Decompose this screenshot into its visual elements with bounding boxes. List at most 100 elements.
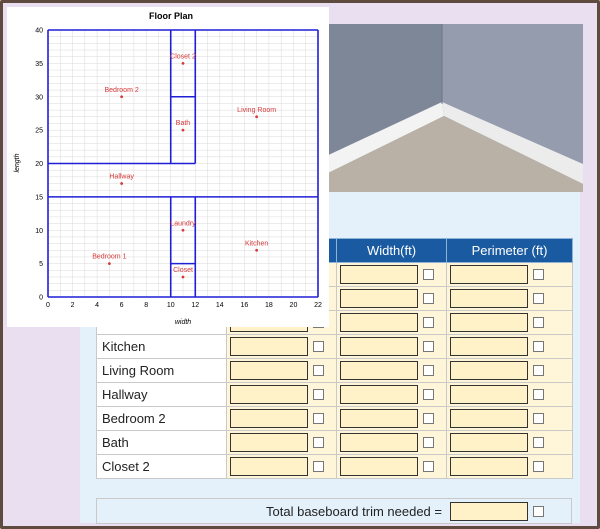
room-label: Bedroom 1 xyxy=(92,254,126,261)
perimeter-cell xyxy=(446,262,573,287)
length-input[interactable] xyxy=(230,409,308,428)
perimeter-checkbox[interactable] xyxy=(533,341,544,352)
perimeter-cell xyxy=(446,334,573,359)
perimeter-input[interactable] xyxy=(450,433,528,452)
y-tick-label: 20 xyxy=(35,161,43,168)
width-checkbox[interactable] xyxy=(423,389,434,400)
length-input[interactable] xyxy=(230,433,308,452)
baseboard-photo xyxy=(322,24,583,192)
width-checkbox[interactable] xyxy=(423,365,434,376)
width-checkbox[interactable] xyxy=(423,293,434,304)
length-cell xyxy=(226,358,337,383)
perimeter-cell xyxy=(446,430,573,455)
perimeter-input[interactable] xyxy=(450,361,528,380)
width-input[interactable] xyxy=(340,361,418,380)
width-input[interactable] xyxy=(340,313,418,332)
length-input[interactable] xyxy=(230,457,308,476)
width-cell xyxy=(336,430,447,455)
width-checkbox[interactable] xyxy=(423,461,434,472)
room-name: Bedroom 2 xyxy=(96,406,227,431)
perimeter-input[interactable] xyxy=(450,313,528,332)
perimeter-input[interactable] xyxy=(450,409,528,428)
perimeter-checkbox[interactable] xyxy=(533,293,544,304)
x-tick-label: 16 xyxy=(240,302,248,309)
width-input[interactable] xyxy=(340,289,418,308)
width-input[interactable] xyxy=(340,337,418,356)
room-label: Bath xyxy=(176,120,191,127)
width-checkbox[interactable] xyxy=(423,413,434,424)
perimeter-input[interactable] xyxy=(450,385,528,404)
width-input[interactable] xyxy=(340,409,418,428)
table-row: Bath xyxy=(96,430,573,455)
perimeter-checkbox[interactable] xyxy=(533,365,544,376)
perimeter-checkbox[interactable] xyxy=(533,317,544,328)
room-name: Living Room xyxy=(96,358,227,383)
perimeter-cell xyxy=(446,382,573,407)
perimeter-cell xyxy=(446,406,573,431)
x-tick-label: 20 xyxy=(290,302,298,309)
perimeter-checkbox[interactable] xyxy=(533,413,544,424)
room-name: Bath xyxy=(96,430,227,455)
length-cell xyxy=(226,382,337,407)
total-checkbox[interactable] xyxy=(533,505,544,517)
width-cell xyxy=(336,334,447,359)
length-input[interactable] xyxy=(230,361,308,380)
width-input[interactable] xyxy=(340,265,418,284)
length-input[interactable] xyxy=(230,337,308,356)
x-tick-label: 12 xyxy=(191,302,199,309)
x-tick-label: 0 xyxy=(46,302,50,309)
perimeter-input[interactable] xyxy=(450,337,528,356)
perimeter-checkbox[interactable] xyxy=(533,461,544,472)
width-input[interactable] xyxy=(340,457,418,476)
room-label: Bedroom 2 xyxy=(105,87,139,94)
room-label: Living Room xyxy=(237,107,276,114)
header-width: Width(ft) xyxy=(336,238,447,263)
width-input[interactable] xyxy=(340,385,418,404)
length-checkbox[interactable] xyxy=(313,389,324,400)
width-checkbox[interactable] xyxy=(423,317,434,328)
room-point xyxy=(255,248,259,252)
width-cell xyxy=(336,310,447,335)
room-point xyxy=(181,61,185,65)
total-label: Total baseboard trim needed = xyxy=(266,503,442,519)
perimeter-checkbox[interactable] xyxy=(533,269,544,280)
width-cell xyxy=(336,382,447,407)
total-input[interactable] xyxy=(450,501,528,521)
length-checkbox[interactable] xyxy=(313,341,324,352)
header-perimeter: Perimeter (ft) xyxy=(446,238,573,263)
width-cell xyxy=(336,262,447,287)
length-checkbox[interactable] xyxy=(313,461,324,472)
table-row: Kitchen xyxy=(96,334,573,359)
length-cell xyxy=(226,430,337,455)
length-input[interactable] xyxy=(230,385,308,404)
width-checkbox[interactable] xyxy=(423,341,434,352)
x-tick-label: 2 xyxy=(71,302,75,309)
table-row: Closet 2 xyxy=(96,454,573,479)
width-input[interactable] xyxy=(340,433,418,452)
width-checkbox[interactable] xyxy=(423,269,434,280)
room-label: Hallway xyxy=(109,174,134,181)
perimeter-checkbox[interactable] xyxy=(533,389,544,400)
room-label: Kitchen xyxy=(245,240,268,247)
width-cell xyxy=(336,454,447,479)
width-cell xyxy=(336,286,447,311)
perimeter-checkbox[interactable] xyxy=(533,437,544,448)
x-tick-label: 18 xyxy=(265,302,273,309)
y-tick-label: 10 xyxy=(35,228,43,235)
width-checkbox[interactable] xyxy=(423,437,434,448)
floor-plan-chart: Floor Plan width length 0 2 4 6 8 10 12 14 16 18 2… xyxy=(7,7,329,327)
perimeter-input[interactable] xyxy=(450,265,528,284)
y-tick-label: 35 xyxy=(35,61,43,68)
perimeter-input[interactable] xyxy=(450,289,528,308)
x-tick-label: 8 xyxy=(144,302,148,309)
length-checkbox[interactable] xyxy=(313,413,324,424)
length-checkbox[interactable] xyxy=(313,365,324,376)
table-row: Living Room xyxy=(96,358,573,383)
x-tick-label: 6 xyxy=(120,302,124,309)
length-checkbox[interactable] xyxy=(313,437,324,448)
total-row: Total baseboard trim needed = xyxy=(96,498,572,524)
y-axis-label: length xyxy=(14,153,21,172)
width-cell xyxy=(336,358,447,383)
perimeter-input[interactable] xyxy=(450,457,528,476)
length-cell xyxy=(226,334,337,359)
